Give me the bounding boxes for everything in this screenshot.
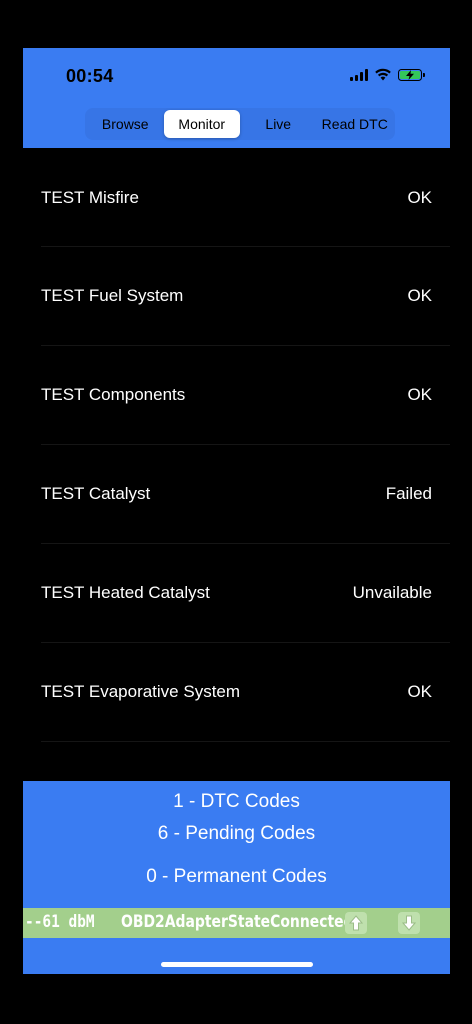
list-item[interactable]: TEST Components OK xyxy=(23,346,450,445)
tab-live[interactable]: Live xyxy=(240,110,317,138)
test-status: OK xyxy=(407,285,432,305)
test-name: TEST Components xyxy=(41,384,186,404)
home-indicator[interactable] xyxy=(161,962,313,967)
test-status: OK xyxy=(407,187,432,207)
battery-charging-icon xyxy=(398,68,425,81)
test-name: TEST Misfire xyxy=(41,187,139,207)
arrow-down-icon xyxy=(398,912,420,934)
list-item[interactable]: TEST Catalyst Failed xyxy=(23,445,450,544)
permanent-codes-count[interactable]: 0 - Permanent Codes xyxy=(23,866,450,888)
adapter-state: OBD2AdapterStateConnected xyxy=(121,912,354,932)
test-status: OK xyxy=(407,681,432,701)
test-status: OK xyxy=(407,384,432,404)
list-item[interactable]: TEST Heated Catalyst Unvailable xyxy=(23,544,450,643)
app-screen: 00:54 Browse Monitor Live Read DTC TEST … xyxy=(23,48,450,974)
monitor-test-list: TEST Misfire OK TEST Fuel System OK TEST… xyxy=(23,148,450,742)
arrow-up-icon xyxy=(345,912,367,934)
test-name: TEST Evaporative System xyxy=(41,681,241,701)
codes-footer: 1 - DTC Codes 6 - Pending Codes 0 - Perm… xyxy=(23,781,450,974)
pending-codes-count[interactable]: 6 - Pending Codes xyxy=(23,823,450,845)
tab-browse[interactable]: Browse xyxy=(87,110,164,138)
list-item[interactable]: TEST Evaporative System OK xyxy=(23,643,450,742)
signal-strength: --61 dbM xyxy=(25,912,95,932)
list-item[interactable]: TEST Misfire OK xyxy=(23,148,450,247)
test-status: Unvailable xyxy=(352,582,432,602)
tab-read-dtc[interactable]: Read DTC xyxy=(317,110,394,138)
tab-segmented-control: Browse Monitor Live Read DTC xyxy=(85,108,395,140)
list-item[interactable]: TEST Fuel System OK xyxy=(23,247,450,346)
adapter-status-bar: --61 dbM OBD2AdapterStateConnected xyxy=(23,908,450,938)
status-time: 00:54 xyxy=(66,66,114,86)
test-name: TEST Fuel System xyxy=(41,285,184,305)
header: 00:54 Browse Monitor Live Read DTC xyxy=(23,48,450,148)
signal-icon xyxy=(350,68,368,81)
tab-monitor[interactable]: Monitor xyxy=(163,110,240,138)
test-status: Failed xyxy=(385,483,432,503)
dtc-codes-count[interactable]: 1 - DTC Codes xyxy=(23,791,450,813)
test-name: TEST Heated Catalyst xyxy=(41,582,210,602)
status-icons xyxy=(350,68,425,81)
test-name: TEST Catalyst xyxy=(41,483,151,503)
wifi-icon xyxy=(375,68,391,81)
